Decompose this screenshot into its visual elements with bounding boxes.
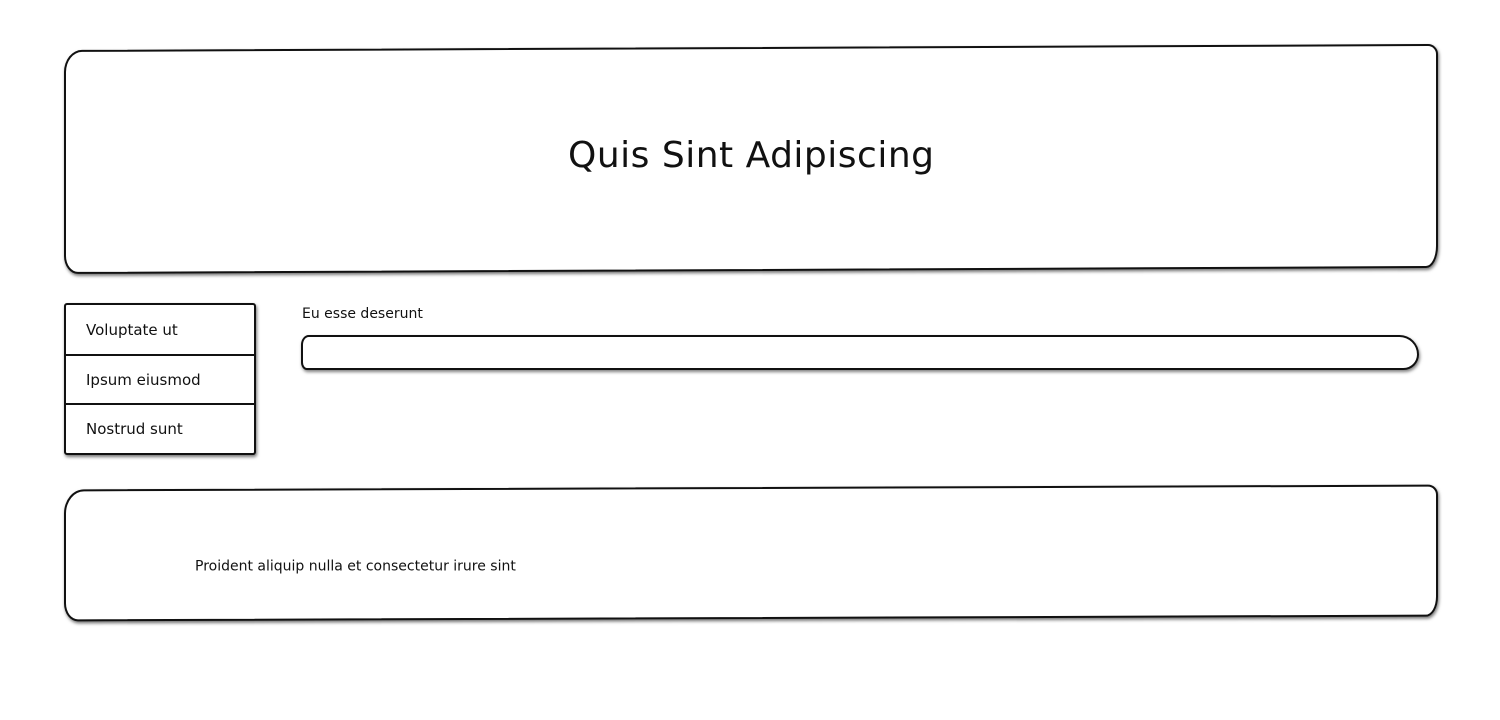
field-label: Eu esse deserunt <box>302 306 423 322</box>
sidebar-item-label: Nostrud sunt <box>86 419 183 438</box>
page-title: Quis Sint Adipiscing <box>567 134 935 176</box>
sidebar-item-nostrud-sunt[interactable]: Nostrud sunt <box>66 403 254 452</box>
header-banner: Quis Sint Adipiscing <box>64 44 1438 274</box>
sidebar-item-voluptate-ut[interactable]: Voluptate ut <box>66 305 254 354</box>
sidebar-menu: Voluptate ut Ipsum eiusmod Nostrud sunt <box>64 303 256 455</box>
sidebar-item-label: Ipsum eiusmod <box>86 370 201 389</box>
text-input-field[interactable] <box>301 335 1419 370</box>
footer-text: Proident aliquip nulla et consectetur ir… <box>195 558 516 575</box>
sidebar-item-ipsum-eiusmod[interactable]: Ipsum eiusmod <box>66 354 254 403</box>
sidebar-item-label: Voluptate ut <box>86 320 178 339</box>
footer-panel: Proident aliquip nulla et consectetur ir… <box>64 484 1438 622</box>
